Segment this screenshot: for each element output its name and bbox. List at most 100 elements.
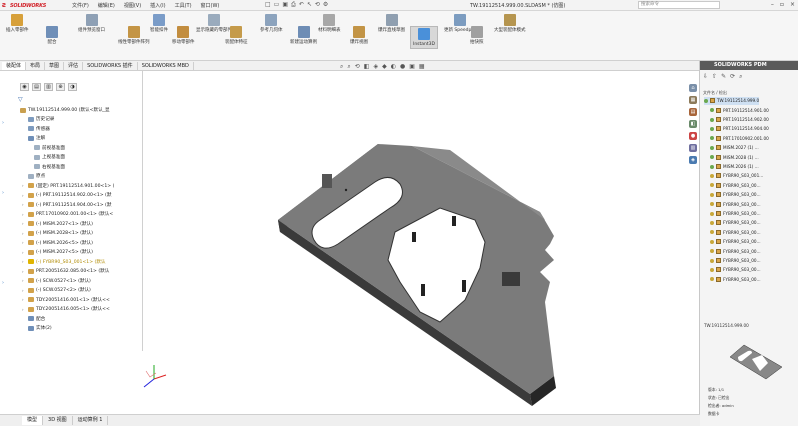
hide-show-icon[interactable]: ◐ (391, 63, 396, 70)
tree-expand-icon[interactable]: › (22, 297, 26, 302)
menu-view[interactable]: 视图(V) (124, 2, 141, 9)
pdm-file-row[interactable]: PRT.19112514.901.00 (710, 106, 769, 114)
pdm-file-row[interactable]: MISM.2028 (1) ... (710, 153, 759, 161)
rebuild-icon[interactable]: ⟲ (315, 1, 320, 9)
tree-item[interactable]: 原点 (22, 172, 45, 180)
tab-3d-views[interactable]: 3D 视图 (43, 416, 73, 425)
menu-window[interactable]: 窗口(W) (201, 2, 220, 9)
ribbon-button-3[interactable]: 线性零部件阵列 (118, 26, 150, 45)
design-library-icon[interactable]: ▦ (689, 96, 697, 104)
tree-item[interactable]: › PRT.20051632.085.00<1> (默认 (22, 267, 109, 275)
pdm-file-row[interactable]: PRT.19112514.904.00 (710, 125, 769, 133)
tree-item[interactable]: › PRT.17010902.001.00<1> (默认< (22, 210, 113, 218)
tree-expand-icon[interactable]: › (22, 240, 26, 245)
display-style-icon[interactable]: ◆ (382, 63, 387, 70)
menu-file[interactable]: 文件(F) (72, 2, 89, 9)
ribbon-button-9[interactable]: 新建运动算例 (290, 26, 317, 45)
tab-motion-study[interactable]: 运动算例 1 (73, 416, 109, 425)
ribbon-button-8[interactable]: 参考几何体 (260, 14, 283, 33)
tree-expand-icon[interactable]: › (22, 212, 26, 217)
tree-item[interactable]: 前视基准面 (28, 144, 65, 152)
feature-manager-icon[interactable]: ◉ (20, 83, 29, 91)
tree-expand-icon[interactable]: › (22, 259, 26, 264)
tree-item[interactable]: › (-) SCW.0527<2> (默认) (22, 286, 91, 294)
pdm-file-row[interactable]: FYBR90_S03_00... (710, 238, 761, 246)
tree-root-assembly[interactable]: TW.19112514.999.00 (默认<默认_显 (20, 106, 110, 114)
app-logo[interactable]: ƨ SOLIDWORKS (2, 1, 46, 10)
expand-arrow-icon[interactable]: › (2, 280, 8, 286)
ribbon-button-15[interactable]: 拍快照 (470, 26, 484, 45)
zoom-fit-icon[interactable]: ⌕ (340, 63, 343, 70)
tree-expand-icon[interactable]: › (22, 307, 26, 312)
menu-edit[interactable]: 编辑(E) (98, 2, 115, 9)
pdm-file-row[interactable]: FYBR90_S03_00... (710, 247, 761, 255)
tab-sketch[interactable]: 草图 (45, 61, 65, 70)
print-icon[interactable]: ⎙ (291, 1, 296, 9)
previous-view-icon[interactable]: ⟲ (355, 63, 360, 70)
tree-expand-icon[interactable]: › (22, 278, 26, 283)
tree-item[interactable]: 历史记录 (22, 115, 54, 123)
tree-expand-icon[interactable]: › (22, 288, 26, 293)
tree-expand-icon[interactable]: › (22, 221, 26, 226)
options-icon[interactable]: ⚙ (323, 1, 328, 9)
ribbon-button-4[interactable]: 智能扣件 (150, 14, 168, 33)
expand-arrow-icon[interactable]: › (2, 120, 8, 126)
configuration-manager-icon[interactable]: ▥ (44, 83, 53, 91)
tab-addins[interactable]: SOLIDWORKS 插件 (83, 61, 138, 70)
pdm-file-row[interactable]: MISM.2027 (1) ... (710, 144, 759, 152)
pdm-file-row[interactable]: FYBR90_S03_00... (710, 200, 761, 208)
appearances-icon[interactable]: ● (689, 132, 697, 140)
ribbon-button-13[interactable]: Instant3D (410, 26, 438, 49)
expand-arrow-icon[interactable]: › (2, 190, 8, 196)
tree-expand-icon[interactable]: › (22, 250, 26, 255)
ribbon-button-0[interactable]: 插入零部件 (6, 14, 29, 33)
pdm-file-row[interactable]: FYBR90_S03_00... (710, 210, 761, 218)
tree-item[interactable]: › (-) MISM.2027<5> (默认) (22, 248, 93, 256)
tree-expand-icon[interactable]: › (22, 183, 26, 188)
menu-insert[interactable]: 插入(I) (150, 2, 165, 9)
ribbon-button-10[interactable]: 材料明细表 (318, 14, 341, 33)
menu-tools[interactable]: 工具(T) (175, 2, 192, 9)
search-icon[interactable]: ⌕ (739, 73, 742, 81)
pdm-file-row[interactable]: FYBR90_S03_001... (710, 172, 763, 180)
close-icon[interactable]: × (790, 1, 795, 8)
maximize-icon[interactable]: ▫ (780, 1, 784, 8)
tree-item[interactable]: 右视基准面 (28, 163, 65, 171)
pdm-icon[interactable]: ◈ (689, 156, 697, 164)
check-out-icon[interactable]: ✎ (721, 73, 726, 81)
tab-layout[interactable]: 布局 (26, 61, 46, 70)
pdm-file-row[interactable]: FYBR90_S03_00... (710, 182, 761, 190)
tree-expand-icon[interactable]: › (22, 193, 26, 198)
view-settings-icon[interactable]: ▦ (419, 63, 425, 70)
ribbon-button-12[interactable]: 爆炸直线草图 (378, 14, 405, 33)
ribbon-button-16[interactable]: 大型装配体模式 (494, 14, 526, 33)
pdm-file-row[interactable]: TW.19112514.999.0 (704, 97, 760, 105)
tree-item[interactable]: 实体(2) (22, 324, 52, 332)
scene-icon[interactable]: ▣ (409, 63, 415, 70)
view-orientation-icon[interactable]: ◈ (373, 63, 378, 70)
ribbon-button-2[interactable]: 组件预览窗口 (78, 14, 105, 33)
section-view-icon[interactable]: ◧ (364, 63, 370, 70)
pdm-file-row[interactable]: FYBR90_S03_00... (710, 257, 761, 265)
tree-item[interactable]: › (-) PRT.19112514.904.00<1> (默 (22, 201, 111, 209)
tree-item[interactable]: 传感器 (22, 125, 50, 133)
ribbon-button-7[interactable]: 装配体特征 (225, 26, 248, 45)
tree-item[interactable]: › (-) MISM.2028<1> (默认) (22, 229, 93, 237)
pdm-file-row[interactable]: FYBR90_S03_00... (710, 276, 761, 284)
custom-properties-icon[interactable]: ▥ (689, 144, 697, 152)
pdm-file-row[interactable]: MISM.2026 (1) ... (710, 163, 759, 171)
tree-item[interactable]: › TDY.20051416.001<1> (默认<< (22, 296, 110, 304)
appearance-icon[interactable]: ● (400, 63, 405, 70)
tree-item[interactable]: › (-) SCW.0527<1> (默认) (22, 277, 91, 285)
tree-item[interactable]: › (-) FYBR90_S03_001<1> (默认 (22, 258, 106, 266)
tree-expand-icon[interactable]: › (22, 269, 26, 274)
tree-expand-icon[interactable]: › (22, 202, 26, 207)
tree-item[interactable]: › TDY.20051416.005<1> (默认<< (22, 305, 110, 313)
tab-model[interactable]: 模型 (22, 416, 44, 425)
display-manager-icon[interactable]: ◑ (68, 83, 77, 91)
dimxpert-icon[interactable]: ⊕ (56, 83, 65, 91)
ribbon-button-5[interactable]: 移动零部件 (172, 26, 195, 45)
open-icon[interactable]: ▭ (274, 1, 280, 9)
new-doc-icon[interactable]: □ (265, 1, 271, 9)
ribbon-button-11[interactable]: 爆炸视图 (350, 26, 368, 45)
